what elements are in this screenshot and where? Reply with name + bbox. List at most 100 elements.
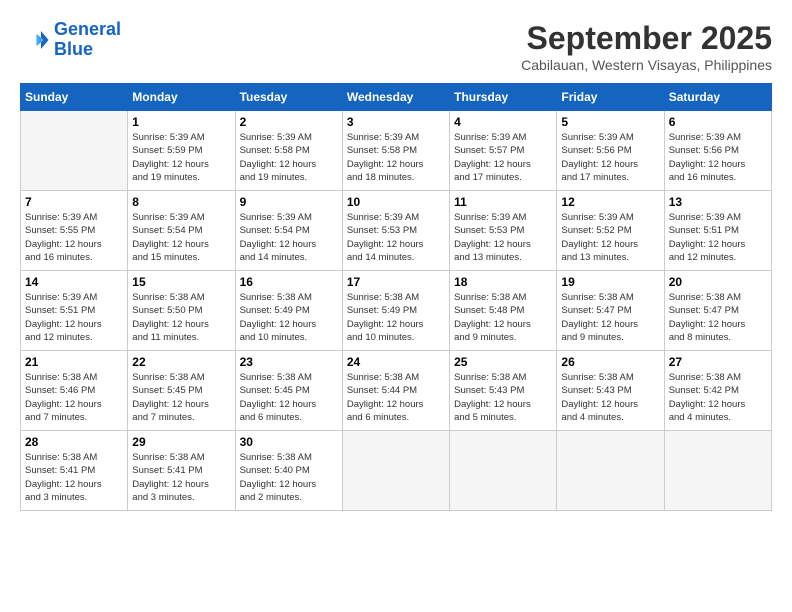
weekday-header: Saturday xyxy=(664,84,771,111)
day-number: 29 xyxy=(132,435,230,449)
day-info: Sunrise: 5:38 AM Sunset: 5:41 PM Dayligh… xyxy=(132,451,230,504)
day-number: 9 xyxy=(240,195,338,209)
logo-line2: Blue xyxy=(54,39,93,59)
day-number: 4 xyxy=(454,115,552,129)
calendar-week-row: 7 Sunrise: 5:39 AM Sunset: 5:55 PM Daylig… xyxy=(21,191,772,271)
day-number: 3 xyxy=(347,115,445,129)
calendar-cell xyxy=(450,431,557,511)
weekday-header: Monday xyxy=(128,84,235,111)
day-info: Sunrise: 5:38 AM Sunset: 5:50 PM Dayligh… xyxy=(132,291,230,344)
weekday-header: Thursday xyxy=(450,84,557,111)
month-year: September 2025 xyxy=(521,20,772,57)
calendar-cell: 3Sunrise: 5:39 AM Sunset: 5:58 PM Daylig… xyxy=(342,111,449,191)
weekday-header: Sunday xyxy=(21,84,128,111)
title-block: September 2025 Cabilauan, Western Visaya… xyxy=(521,20,772,73)
day-number: 11 xyxy=(454,195,552,209)
day-number: 27 xyxy=(669,355,767,369)
logo-text: General Blue xyxy=(54,20,121,60)
day-info: Sunrise: 5:38 AM Sunset: 5:49 PM Dayligh… xyxy=(347,291,445,344)
calendar-cell xyxy=(21,111,128,191)
calendar-cell: 28 Sunrise: 5:38 AM Sunset: 5:41 PM Dayli… xyxy=(21,431,128,511)
calendar-cell: 30 Sunrise: 5:38 AM Sunset: 5:40 PM Dayli… xyxy=(235,431,342,511)
day-number: 24 xyxy=(347,355,445,369)
calendar-cell: 22 Sunrise: 5:38 AM Sunset: 5:45 PM Dayli… xyxy=(128,351,235,431)
day-info: Sunrise: 5:39 AM Sunset: 5:54 PM Dayligh… xyxy=(132,211,230,264)
calendar-cell: 18 Sunrise: 5:38 AM Sunset: 5:48 PM Dayli… xyxy=(450,271,557,351)
day-number: 22 xyxy=(132,355,230,369)
logo-icon xyxy=(20,25,50,55)
logo: General Blue xyxy=(20,20,121,60)
weekday-header-row: SundayMondayTuesdayWednesdayThursdayFrid… xyxy=(21,84,772,111)
day-info: Sunrise: 5:38 AM Sunset: 5:43 PM Dayligh… xyxy=(454,371,552,424)
day-number: 13 xyxy=(669,195,767,209)
day-info: Sunrise: 5:39 AM Sunset: 5:59 PM Dayligh… xyxy=(132,131,230,184)
day-info: Sunrise: 5:38 AM Sunset: 5:49 PM Dayligh… xyxy=(240,291,338,344)
calendar-cell: 10Sunrise: 5:39 AM Sunset: 5:53 PM Dayli… xyxy=(342,191,449,271)
day-info: Sunrise: 5:39 AM Sunset: 5:57 PM Dayligh… xyxy=(454,131,552,184)
day-number: 10 xyxy=(347,195,445,209)
calendar-table: SundayMondayTuesdayWednesdayThursdayFrid… xyxy=(20,83,772,511)
day-number: 18 xyxy=(454,275,552,289)
location: Cabilauan, Western Visayas, Philippines xyxy=(521,57,772,73)
calendar-cell: 7 Sunrise: 5:39 AM Sunset: 5:55 PM Daylig… xyxy=(21,191,128,271)
calendar-week-row: 21 Sunrise: 5:38 AM Sunset: 5:46 PM Dayli… xyxy=(21,351,772,431)
calendar-cell: 6 Sunrise: 5:39 AM Sunset: 5:56 PM Daylig… xyxy=(664,111,771,191)
calendar-cell: 21 Sunrise: 5:38 AM Sunset: 5:46 PM Dayli… xyxy=(21,351,128,431)
day-number: 15 xyxy=(132,275,230,289)
calendar-cell xyxy=(664,431,771,511)
day-info: Sunrise: 5:38 AM Sunset: 5:47 PM Dayligh… xyxy=(669,291,767,344)
calendar-cell: 4 Sunrise: 5:39 AM Sunset: 5:57 PM Daylig… xyxy=(450,111,557,191)
day-number: 6 xyxy=(669,115,767,129)
day-number: 20 xyxy=(669,275,767,289)
logo-line1: General xyxy=(54,19,121,39)
day-info: Sunrise: 5:38 AM Sunset: 5:43 PM Dayligh… xyxy=(561,371,659,424)
calendar-cell: 8 Sunrise: 5:39 AM Sunset: 5:54 PM Daylig… xyxy=(128,191,235,271)
calendar-cell: 25Sunrise: 5:38 AM Sunset: 5:43 PM Dayli… xyxy=(450,351,557,431)
day-info: Sunrise: 5:39 AM Sunset: 5:52 PM Dayligh… xyxy=(561,211,659,264)
calendar-cell: 27Sunrise: 5:38 AM Sunset: 5:42 PM Dayli… xyxy=(664,351,771,431)
calendar-cell: 20 Sunrise: 5:38 AM Sunset: 5:47 PM Dayli… xyxy=(664,271,771,351)
day-info: Sunrise: 5:39 AM Sunset: 5:51 PM Dayligh… xyxy=(25,291,123,344)
calendar-cell: 23Sunrise: 5:38 AM Sunset: 5:45 PM Dayli… xyxy=(235,351,342,431)
calendar-cell: 17 Sunrise: 5:38 AM Sunset: 5:49 PM Dayli… xyxy=(342,271,449,351)
day-info: Sunrise: 5:38 AM Sunset: 5:46 PM Dayligh… xyxy=(25,371,123,424)
calendar-cell: 16 Sunrise: 5:38 AM Sunset: 5:49 PM Dayli… xyxy=(235,271,342,351)
day-info: Sunrise: 5:38 AM Sunset: 5:45 PM Dayligh… xyxy=(132,371,230,424)
day-info: Sunrise: 5:39 AM Sunset: 5:56 PM Dayligh… xyxy=(669,131,767,184)
calendar-week-row: 28 Sunrise: 5:38 AM Sunset: 5:41 PM Dayli… xyxy=(21,431,772,511)
day-number: 26 xyxy=(561,355,659,369)
day-number: 28 xyxy=(25,435,123,449)
calendar-cell: 11 Sunrise: 5:39 AM Sunset: 5:53 PM Dayli… xyxy=(450,191,557,271)
day-number: 16 xyxy=(240,275,338,289)
calendar-cell: 14Sunrise: 5:39 AM Sunset: 5:51 PM Dayli… xyxy=(21,271,128,351)
calendar-week-row: 1Sunrise: 5:39 AM Sunset: 5:59 PM Daylig… xyxy=(21,111,772,191)
day-number: 12 xyxy=(561,195,659,209)
day-info: Sunrise: 5:38 AM Sunset: 5:48 PM Dayligh… xyxy=(454,291,552,344)
day-number: 21 xyxy=(25,355,123,369)
day-info: Sunrise: 5:39 AM Sunset: 5:54 PM Dayligh… xyxy=(240,211,338,264)
calendar-cell: 26 Sunrise: 5:38 AM Sunset: 5:43 PM Dayli… xyxy=(557,351,664,431)
calendar-cell: 5 Sunrise: 5:39 AM Sunset: 5:56 PM Daylig… xyxy=(557,111,664,191)
day-info: Sunrise: 5:39 AM Sunset: 5:53 PM Dayligh… xyxy=(454,211,552,264)
day-info: Sunrise: 5:38 AM Sunset: 5:40 PM Dayligh… xyxy=(240,451,338,504)
day-number: 30 xyxy=(240,435,338,449)
day-number: 17 xyxy=(347,275,445,289)
day-info: Sunrise: 5:39 AM Sunset: 5:55 PM Dayligh… xyxy=(25,211,123,264)
calendar-cell: 15 Sunrise: 5:38 AM Sunset: 5:50 PM Dayli… xyxy=(128,271,235,351)
calendar-cell: 2 Sunrise: 5:39 AM Sunset: 5:58 PM Daylig… xyxy=(235,111,342,191)
day-number: 2 xyxy=(240,115,338,129)
day-info: Sunrise: 5:38 AM Sunset: 5:45 PM Dayligh… xyxy=(240,371,338,424)
calendar-cell xyxy=(342,431,449,511)
day-info: Sunrise: 5:39 AM Sunset: 5:56 PM Dayligh… xyxy=(561,131,659,184)
day-number: 7 xyxy=(25,195,123,209)
day-info: Sunrise: 5:39 AM Sunset: 5:51 PM Dayligh… xyxy=(669,211,767,264)
day-number: 8 xyxy=(132,195,230,209)
day-info: Sunrise: 5:39 AM Sunset: 5:58 PM Dayligh… xyxy=(240,131,338,184)
calendar-week-row: 14Sunrise: 5:39 AM Sunset: 5:51 PM Dayli… xyxy=(21,271,772,351)
calendar-cell: 13 Sunrise: 5:39 AM Sunset: 5:51 PM Dayli… xyxy=(664,191,771,271)
weekday-header: Tuesday xyxy=(235,84,342,111)
day-number: 5 xyxy=(561,115,659,129)
day-info: Sunrise: 5:38 AM Sunset: 5:41 PM Dayligh… xyxy=(25,451,123,504)
page-header: General Blue September 2025 Cabilauan, W… xyxy=(20,20,772,73)
day-info: Sunrise: 5:38 AM Sunset: 5:44 PM Dayligh… xyxy=(347,371,445,424)
